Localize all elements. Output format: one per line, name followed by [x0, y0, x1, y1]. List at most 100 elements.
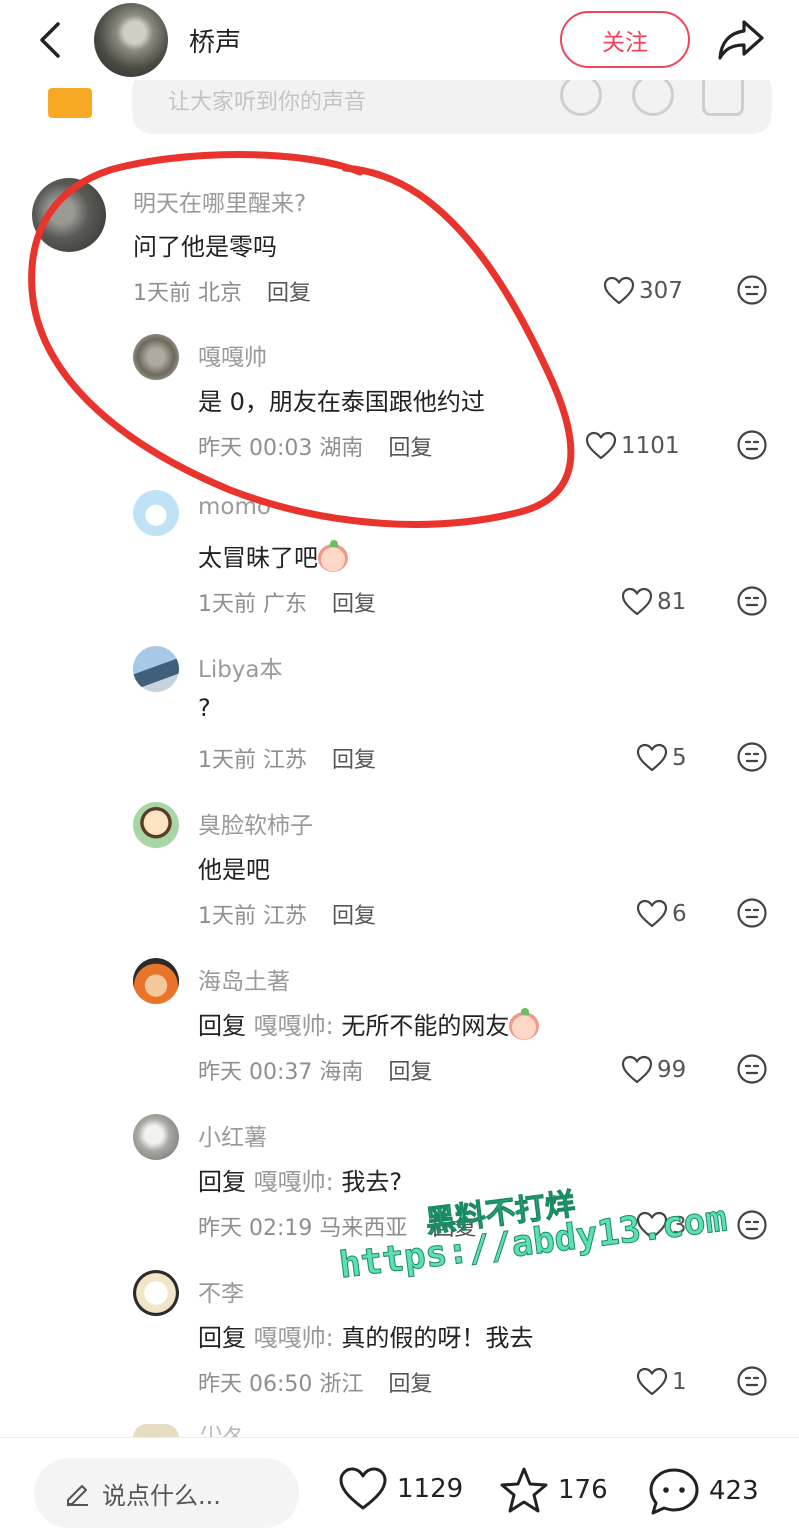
comment-text-body: 无所不能的网友	[333, 1012, 510, 1040]
post-like-button[interactable]: 1129	[337, 1466, 463, 1512]
dislike-face-icon[interactable]	[736, 1365, 768, 1397]
dislike-face-icon[interactable]	[736, 897, 768, 929]
commenter-name[interactable]: momo	[198, 494, 271, 520]
comment-time: 1天前	[133, 281, 191, 306]
like-button[interactable]: 6	[636, 896, 687, 932]
like-count: 81	[657, 589, 687, 615]
like-button[interactable]: 1101	[585, 428, 680, 464]
image-icon[interactable]	[702, 80, 744, 116]
commenter-name[interactable]: 小红薯	[198, 1118, 267, 1152]
commenter-name[interactable]: 臭脸软柿子	[198, 806, 313, 840]
commenter-name[interactable]: 不李	[198, 1274, 244, 1308]
dislike-face-icon[interactable]	[736, 741, 768, 773]
heart-icon	[603, 276, 635, 305]
cheese-sticker-icon	[48, 88, 92, 118]
comment-location: 海南	[319, 1060, 364, 1085]
commenter-name[interactable]: 海岛土著	[198, 962, 290, 996]
comment-time: 昨天 06:50	[198, 1372, 313, 1397]
say-something-placeholder: 说点什么...	[102, 1481, 221, 1510]
commenter-name[interactable]: Libya本	[198, 650, 283, 684]
top-bar: 桥声 关注	[0, 0, 799, 80]
comment-text: 回复 嘎嘎帅: 我去?	[198, 1162, 402, 1197]
comment-location: 广东	[263, 592, 308, 617]
dislike-face-icon[interactable]	[736, 429, 768, 461]
reply-button[interactable]: 回复	[388, 1372, 432, 1397]
commenter-avatar[interactable]	[32, 178, 106, 252]
reply-button[interactable]: 回复	[332, 748, 376, 773]
heart-icon	[636, 1367, 668, 1396]
commenter-avatar[interactable]	[133, 334, 179, 380]
dislike-face-icon[interactable]	[736, 585, 768, 617]
author-name[interactable]: 桥声	[189, 22, 241, 59]
like-button[interactable]: 99	[621, 1052, 686, 1088]
commenter-avatar[interactable]	[133, 958, 179, 1004]
reply-prefix: 回复	[198, 1168, 246, 1196]
dislike-face-icon[interactable]	[736, 1053, 768, 1085]
like-count: 5	[672, 745, 687, 771]
comment-location: 马来西亚	[319, 1216, 408, 1241]
dislike-face-icon[interactable]	[736, 1209, 768, 1241]
comment-meta: 1天前 广东 回复	[198, 586, 376, 618]
comment-meta: 1天前 北京 回复	[133, 275, 311, 307]
share-button[interactable]	[716, 16, 766, 62]
back-button[interactable]	[32, 20, 72, 60]
crying-face-emoji-icon	[318, 540, 348, 572]
like-count: 6	[672, 901, 687, 927]
comment-location: 北京	[198, 281, 243, 306]
star-icon	[500, 1467, 548, 1513]
bottom-action-bar: 说点什么... 1129 176 423	[0, 1437, 799, 1528]
heart-icon	[621, 587, 653, 616]
comment-meta: 昨天 00:37 海南 回复	[198, 1054, 432, 1086]
post-favorite-count: 176	[558, 1475, 608, 1505]
commenter-name[interactable]: 嘎嘎帅	[198, 338, 267, 372]
like-button[interactable]: 81	[621, 584, 686, 620]
dislike-face-icon[interactable]	[736, 274, 768, 306]
reply-target-name[interactable]: 嘎嘎帅:	[254, 1168, 334, 1196]
commenter-avatar[interactable]	[133, 490, 179, 536]
share-arrow-icon	[718, 20, 764, 60]
comment-meta: 昨天 00:03 湖南 回复	[198, 430, 432, 462]
like-button[interactable]: 307	[603, 273, 683, 309]
reply-button[interactable]: 回复	[267, 281, 311, 306]
red-circle-annotation	[28, 151, 575, 528]
reply-prefix: 回复	[198, 1012, 246, 1040]
commenter-avatar[interactable]	[133, 1270, 179, 1316]
post-favorite-button[interactable]: 176	[498, 1466, 608, 1514]
reply-button[interactable]: 回复	[332, 592, 376, 617]
commenter-name[interactable]: 明天在哪里醒来?	[133, 184, 306, 218]
comment-time: 昨天 00:37	[198, 1060, 313, 1085]
follow-button[interactable]: 关注	[560, 11, 690, 68]
chat-bubble-icon	[649, 1468, 699, 1515]
commenter-avatar[interactable]	[133, 802, 179, 848]
like-count: 1101	[621, 433, 680, 459]
post-comment-button[interactable]: 423	[647, 1466, 759, 1516]
commenter-avatar[interactable]	[133, 1424, 179, 1438]
reply-button[interactable]: 回复	[388, 1060, 432, 1085]
comment-location: 湖南	[319, 436, 364, 461]
say-something-input[interactable]: 说点什么...	[34, 1458, 299, 1528]
comment-time: 昨天 00:03	[198, 436, 313, 461]
like-count: 99	[657, 1057, 687, 1083]
heart-icon	[339, 1467, 387, 1510]
heart-icon	[636, 899, 668, 928]
comment-time: 昨天 02:19	[198, 1216, 313, 1241]
comment-text-body: 我去?	[333, 1168, 403, 1196]
comment-meta: 1天前 江苏 回复	[198, 898, 376, 930]
commenter-avatar[interactable]	[133, 646, 179, 692]
comment-meta: 1天前 江苏 回复	[198, 742, 376, 774]
like-button[interactable]: 5	[636, 740, 687, 776]
comment-text: ?	[198, 694, 211, 722]
like-button[interactable]: 1	[636, 1364, 687, 1400]
reply-target-name[interactable]: 嘎嘎帅:	[254, 1012, 334, 1040]
reply-button[interactable]: 回复	[332, 904, 376, 929]
pencil-icon	[67, 1485, 88, 1506]
comment-input-strip: 让大家听到你的声音	[0, 80, 799, 140]
reply-button[interactable]: 回复	[388, 436, 432, 461]
heart-icon	[585, 431, 617, 460]
commenter-avatar[interactable]	[133, 1114, 179, 1160]
reply-target-name[interactable]: 嘎嘎帅:	[254, 1324, 334, 1352]
like-count: 1	[672, 1369, 687, 1395]
author-avatar[interactable]	[94, 3, 168, 77]
heart-icon	[636, 743, 668, 772]
post-like-count: 1129	[397, 1474, 464, 1504]
